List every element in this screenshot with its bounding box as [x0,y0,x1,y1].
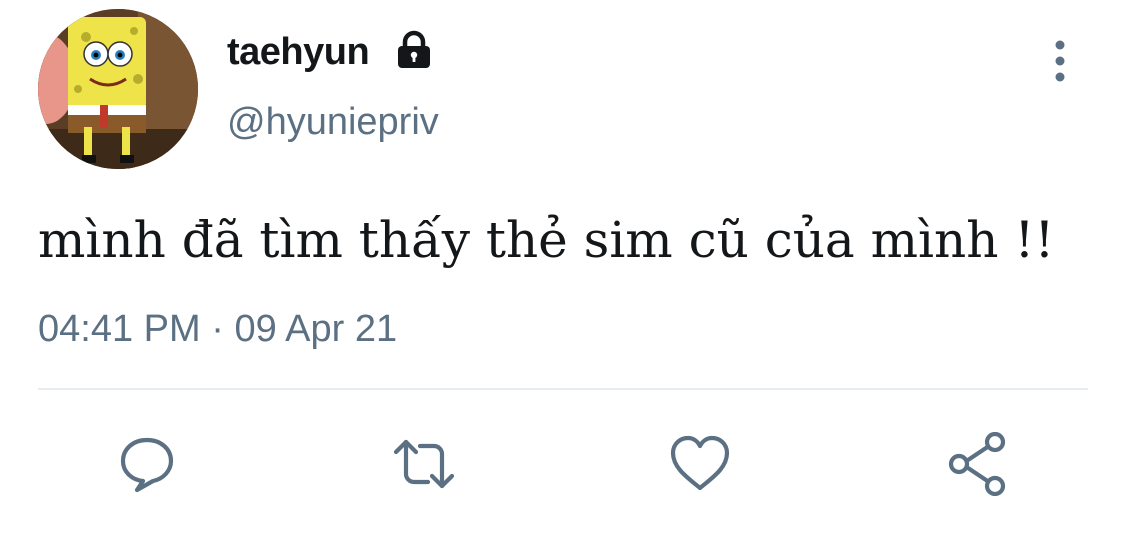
reply-button[interactable] [115,432,179,496]
more-options-button[interactable] [1040,36,1080,86]
more-vertical-icon [1055,40,1065,82]
tweet-text: mình đã tìm thấy thẻ sim cũ của mình !! [38,211,1055,269]
avatar[interactable] [38,9,198,169]
reply-icon [120,437,174,493]
user-handle[interactable]: @hyuniepriv [227,99,439,145]
tweet-date: 09 Apr 21 [234,308,398,350]
share-icon [948,432,1006,496]
retweet-button[interactable] [392,432,456,496]
timestamp[interactable]: 04:41 PM · 09 Apr 21 [38,306,397,352]
tweet-card: taehyun @hyuniepriv mình đã tìm thấy thẻ… [0,0,1125,540]
share-button[interactable] [945,432,1009,496]
divider [38,388,1088,390]
heart-icon [670,435,730,491]
retweet-icon [393,439,455,489]
tweet-time: 04:41 PM [38,308,201,350]
like-button[interactable] [668,432,732,496]
display-name[interactable]: taehyun [227,29,370,75]
avatar-image [38,9,198,169]
timestamp-separator: · [211,308,224,350]
lock-icon [393,29,435,71]
